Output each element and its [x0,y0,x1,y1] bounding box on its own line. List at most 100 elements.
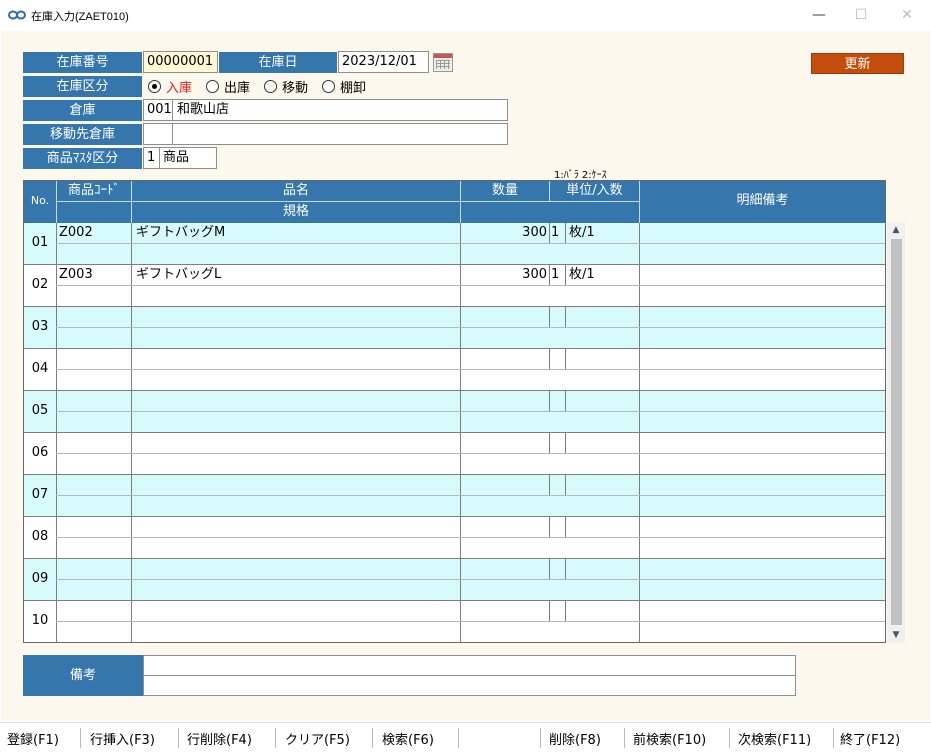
spec-cell[interactable] [136,412,456,433]
product-name-cell[interactable] [136,307,456,328]
remarks-cell[interactable] [643,475,883,496]
unit-type-cell[interactable] [551,475,565,496]
exit-button[interactable]: 終了(F12) [840,729,900,748]
product-name-cell[interactable] [136,517,456,538]
scroll-thumb[interactable] [891,239,902,625]
spec-cell[interactable] [136,622,456,642]
col-remarks-header: 明細備考 [736,193,789,208]
scroll-up-icon[interactable]: ▲ [887,222,905,238]
stock-date-field[interactable]: 2023/12/01 [338,51,429,73]
spec-cell[interactable] [136,538,456,559]
radio-move[interactable]: 移動 [264,77,308,96]
qty-cell[interactable] [461,433,547,454]
cell-divider [56,433,57,475]
radio-ship[interactable]: 出庫 [206,77,250,96]
product-code-cell[interactable]: Z002 [59,223,129,244]
unit-type-cell[interactable] [551,559,565,580]
remarks-cell[interactable] [643,307,883,328]
radio-receive[interactable]: 入庫 [148,77,192,96]
product-name-cell[interactable] [136,601,456,622]
product-code-cell[interactable] [59,601,129,622]
delete-button[interactable]: 削除(F8) [549,729,601,748]
spec-cell[interactable] [136,286,456,307]
product-name-cell[interactable]: ギフトバッグL [136,265,456,286]
close-button[interactable]: ✕ [895,4,919,26]
product-code-cell[interactable] [59,559,129,580]
cell-divider [565,223,566,244]
clear-button[interactable]: クリア(F5) [285,729,350,748]
cell-divider [56,223,57,265]
stock-no-label: 在庫番号 [23,52,142,73]
product-name-cell[interactable] [136,559,456,580]
col-spec-header: 規格 [282,204,309,219]
warehouse-code-input[interactable]: 001 [147,100,172,119]
spec-cell[interactable] [136,244,456,265]
qty-cell[interactable] [461,601,547,622]
product-code-cell[interactable] [59,307,129,328]
remarks-cell[interactable] [643,391,883,412]
radio-inventory[interactable]: 棚卸 [322,77,366,96]
unit-type-cell[interactable] [551,517,565,538]
product-name-cell[interactable] [136,391,456,412]
minimize-button[interactable]: — [807,4,831,26]
qty-cell[interactable] [461,391,547,412]
cell-divider [639,223,640,265]
unit-type-cell[interactable] [551,349,565,370]
product-name-cell[interactable] [136,433,456,454]
product-name-cell[interactable] [136,349,456,370]
remarks-cell[interactable] [643,349,883,370]
product-code-cell[interactable] [59,475,129,496]
unit-type-cell[interactable] [551,391,565,412]
qty-cell[interactable]: 300 [461,265,547,286]
qty-cell[interactable] [461,307,547,328]
cell-divider [639,601,640,642]
product-code-cell[interactable] [59,433,129,454]
search-button[interactable]: 検索(F6) [382,729,434,748]
remarks-cell[interactable] [643,265,883,286]
product-name-cell[interactable]: ギフトバッグM [136,223,456,244]
grid-scrollbar[interactable]: ▲ ▼ [887,222,905,643]
product-code-cell[interactable] [59,349,129,370]
register-button[interactable]: 登録(F1) [7,729,59,748]
qty-cell[interactable]: 300 [461,223,547,244]
stock-no-field[interactable]: 00000001 [143,51,218,73]
header-divider [56,201,639,202]
spec-cell[interactable] [136,328,456,349]
remarks-cell[interactable] [643,517,883,538]
product-code-cell[interactable] [59,517,129,538]
spec-cell[interactable] [136,580,456,601]
product-name-cell[interactable] [136,475,456,496]
remarks-input-1[interactable] [143,655,796,676]
qty-cell[interactable] [461,559,547,580]
spec-cell[interactable] [136,496,456,517]
master-type-code-input[interactable]: 1 [147,148,155,167]
cell-divider [460,307,461,349]
remarks-cell[interactable] [643,559,883,580]
cell-divider [460,601,461,642]
maximize-button[interactable]: ☐ [849,4,873,26]
spec-cell[interactable] [136,454,456,475]
unit-type-cell[interactable]: 1 [551,223,565,244]
prev-search-button[interactable]: 前検索(F10) [633,729,706,748]
update-button[interactable]: 更新 [811,53,904,74]
remarks-cell[interactable] [643,223,883,244]
insert-row-button[interactable]: 行挿入(F3) [90,729,155,748]
scroll-down-icon[interactable]: ▼ [887,627,905,643]
qty-cell[interactable] [461,475,547,496]
remarks-cell[interactable] [643,601,883,622]
unit-type-cell[interactable]: 1 [551,265,565,286]
remarks-cell[interactable] [643,433,883,454]
unit-type-cell[interactable] [551,307,565,328]
next-search-button[interactable]: 次検索(F11) [738,729,811,748]
unit-type-cell[interactable] [551,601,565,622]
qty-cell[interactable] [461,517,547,538]
delete-row-button[interactable]: 行削除(F4) [187,729,252,748]
header-divider [639,181,640,223]
spec-cell[interactable] [136,370,456,391]
remarks-input-2[interactable] [143,675,796,696]
calendar-icon[interactable] [433,53,453,72]
unit-type-cell[interactable] [551,433,565,454]
qty-cell[interactable] [461,349,547,370]
product-code-cell[interactable]: Z003 [59,265,129,286]
product-code-cell[interactable] [59,391,129,412]
